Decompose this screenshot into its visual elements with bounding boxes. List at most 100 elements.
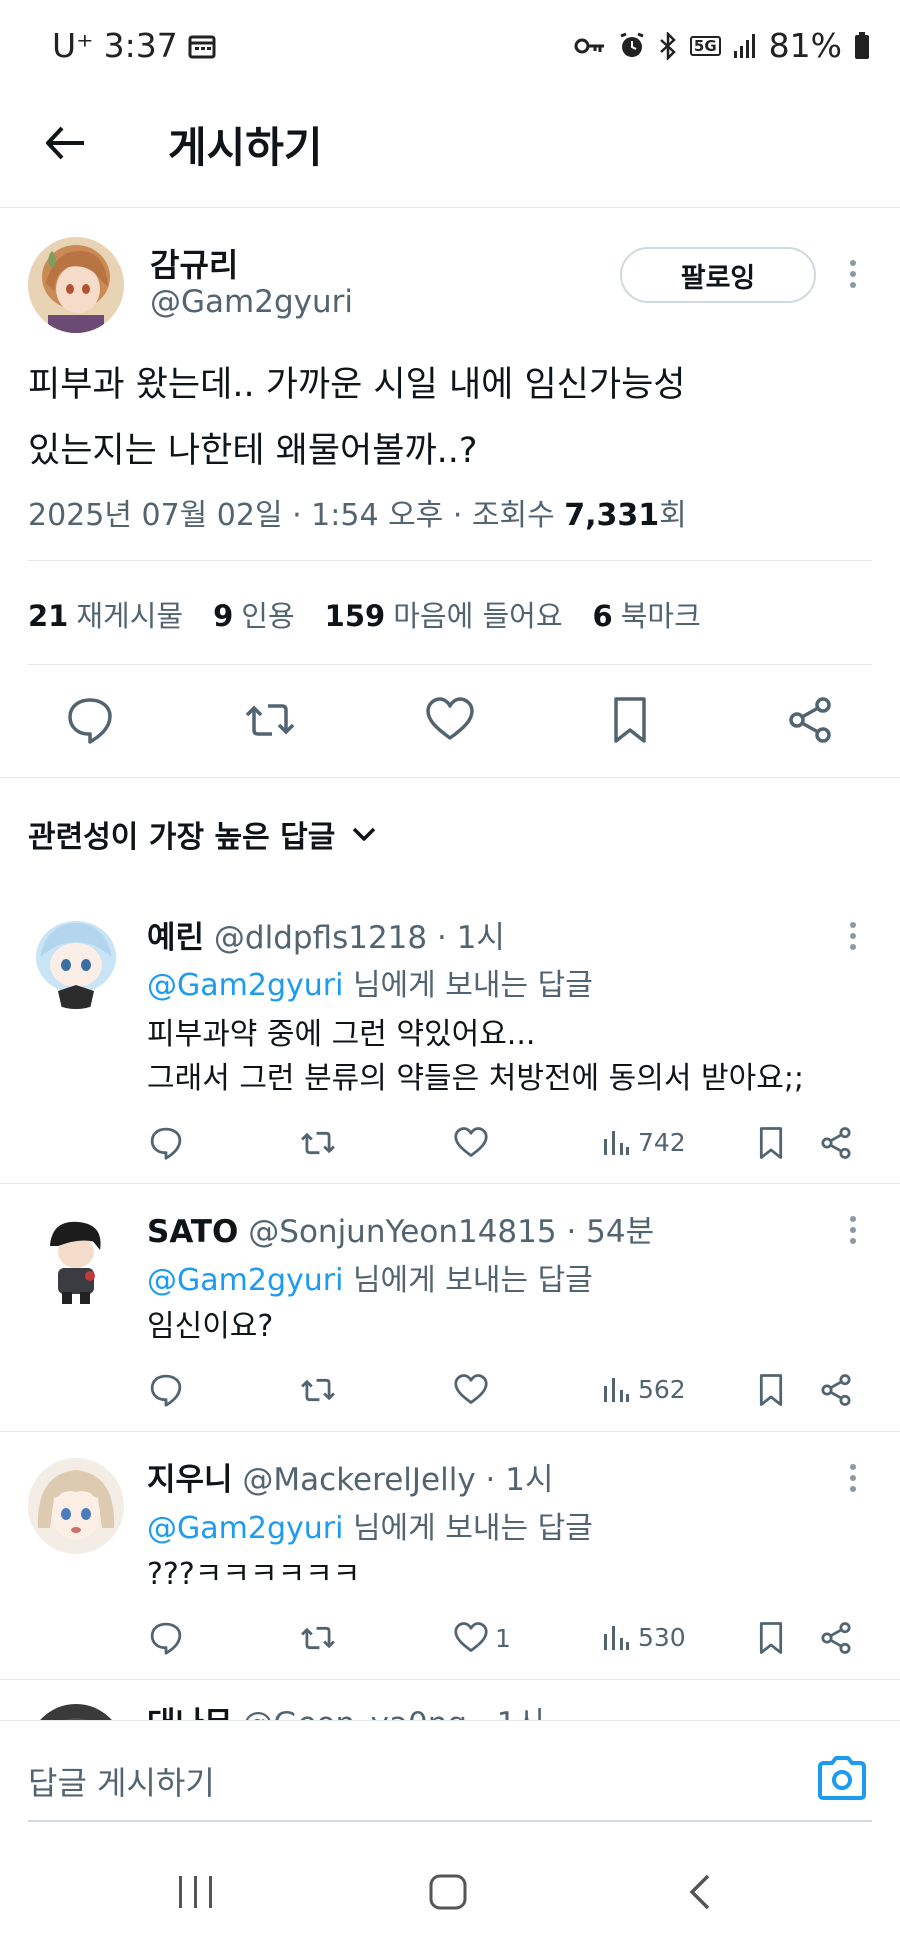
reply-author-handle[interactable]: @Geon_ya0ng <box>242 1706 467 1720</box>
following-button[interactable]: 팔로잉 <box>620 247 816 303</box>
view-suffix: 회 <box>659 498 687 533</box>
repost-icon[interactable] <box>300 1372 336 1408</box>
network-5g-icon: 5G <box>689 35 721 56</box>
reply-author-handle[interactable]: @SonjunYeon14815 <box>248 1214 556 1250</box>
quotes-stat[interactable]: 9 인용 <box>213 593 295 635</box>
views-chart-icon <box>602 1622 630 1652</box>
share-icon[interactable] <box>818 1125 854 1161</box>
reply-icon[interactable] <box>148 1125 184 1161</box>
likes-count: 159 <box>324 599 386 633</box>
more-options-icon[interactable] <box>843 916 863 956</box>
composer-underline <box>28 1820 872 1822</box>
home-icon[interactable] <box>428 1874 468 1910</box>
repost-icon[interactable] <box>300 1125 336 1161</box>
avatar[interactable] <box>28 1210 124 1306</box>
reply-text: 피부과약 중에 그런 약있어요... 그래서 그런 분류의 약들은 처방전에 동… <box>147 1013 804 1101</box>
reply-header: 지우니 @MackerelJelly · 1시 <box>147 1454 553 1499</box>
reply-icon[interactable] <box>148 1372 184 1408</box>
like-heart-icon[interactable] <box>424 694 476 746</box>
post-text-line: 피부과 왔는데.. 가까운 시일 내에 임신가능성 <box>28 365 686 405</box>
reply-author-name[interactable]: SATO <box>147 1214 238 1250</box>
share-icon[interactable] <box>818 1372 854 1408</box>
avatar[interactable] <box>28 1704 124 1720</box>
reply-time: · 1시 <box>436 920 505 956</box>
views-stat[interactable]: 742 <box>602 1127 686 1157</box>
back-arrow-icon[interactable] <box>40 118 90 168</box>
avatar[interactable] <box>28 913 124 1009</box>
like-heart-icon[interactable] <box>453 1372 489 1408</box>
author-name[interactable]: 감규리 <box>150 240 238 286</box>
views-stat[interactable]: 530 <box>602 1622 686 1652</box>
post-date: 2025년 07월 02일 · 1:54 오후 · 조회수 <box>28 498 565 533</box>
battery-percent: 81% <box>768 26 842 65</box>
repost-icon[interactable] <box>300 1620 336 1656</box>
like-stat[interactable]: 1 <box>453 1620 511 1656</box>
reposts-count: 21 <box>28 599 69 633</box>
share-icon[interactable] <box>818 1620 854 1656</box>
reply-author-handle[interactable]: @dldpfls1218 <box>214 920 427 956</box>
stats-divider-bottom <box>28 664 872 665</box>
reply-author-name[interactable]: 대나무 <box>147 1706 233 1720</box>
reply-header: 대나무 @Geon_ya0ng · 1시 <box>147 1698 545 1720</box>
reply-text: ???ㅋㅋㅋㅋㅋㅋ <box>147 1553 360 1597</box>
reply-to-label: @Gam2gyuri 님에게 보내는 답글 <box>147 960 593 1004</box>
reply-icon[interactable] <box>148 1620 184 1656</box>
quotes-label: 인용 <box>241 599 295 633</box>
actions-divider <box>0 777 900 778</box>
camera-icon[interactable] <box>816 1755 868 1801</box>
share-icon[interactable] <box>784 694 836 746</box>
reply-text-line: 피부과약 중에 그런 약있어요... <box>147 1017 536 1052</box>
mention-link[interactable]: @Gam2gyuri <box>147 1263 343 1298</box>
recent-apps-icon[interactable] <box>176 1874 216 1910</box>
page-title: 게시하기 <box>168 123 323 172</box>
avatar[interactable] <box>28 237 124 333</box>
reposts-stat[interactable]: 21 재게시물 <box>28 593 183 635</box>
carrier-label: U⁺ <box>52 26 94 65</box>
key-icon <box>574 35 606 57</box>
more-options-icon[interactable] <box>843 1458 863 1498</box>
bookmark-icon[interactable] <box>753 1125 789 1161</box>
bookmark-icon[interactable] <box>753 1372 789 1408</box>
more-options-icon[interactable] <box>843 1210 863 1250</box>
reply-author-name[interactable]: 예린 <box>147 920 204 956</box>
stats-divider-top <box>28 560 872 561</box>
reply-author-name[interactable]: 지우니 <box>147 1462 233 1498</box>
reply-header: 예린 @dldpfls1218 · 1시 <box>147 912 505 957</box>
more-options-icon[interactable] <box>843 254 863 294</box>
alarm-icon <box>618 32 646 60</box>
likes-stat[interactable]: 159 마음에 들어요 <box>325 593 563 635</box>
reply-to-label: @Gam2gyuri 님에게 보내는 답글 <box>147 1503 593 1547</box>
mention-link[interactable]: @Gam2gyuri <box>147 968 343 1003</box>
bookmark-icon[interactable] <box>604 694 656 746</box>
reply-text-line: ???ㅋㅋㅋㅋㅋㅋ <box>147 1557 361 1592</box>
post-text-line: 있는지는 나한테 왜물어볼까..? <box>28 431 478 471</box>
like-heart-icon[interactable] <box>453 1125 489 1161</box>
back-nav-icon[interactable] <box>686 1874 716 1910</box>
header-divider <box>0 207 900 208</box>
avatar[interactable] <box>28 1458 124 1554</box>
status-bar-right: 5G 81% <box>574 26 870 65</box>
views-count: 562 <box>638 1374 686 1404</box>
reply-header: SATO @SonjunYeon14815 · 54분 <box>147 1206 654 1251</box>
reply-input[interactable]: 답글 게시하기 <box>28 1758 215 1804</box>
system-nav-bar <box>0 1830 900 1950</box>
reply-text: 임신이요? <box>147 1305 273 1349</box>
bookmark-icon[interactable] <box>753 1620 789 1656</box>
reply-text-line: 그래서 그런 분류의 약들은 처방전에 동의서 받아요;; <box>147 1061 805 1096</box>
chevron-down-icon <box>351 826 377 842</box>
views-stat[interactable]: 562 <box>602 1374 686 1404</box>
repost-icon[interactable] <box>244 694 296 746</box>
mention-link[interactable]: @Gam2gyuri <box>147 1511 343 1546</box>
likes-count: 1 <box>495 1623 511 1653</box>
bookmarks-stat[interactable]: 6 북마크 <box>593 593 701 635</box>
reply-author-handle[interactable]: @MackerelJelly <box>242 1462 475 1498</box>
replies-sort-label: 관련성이 가장 높은 답글 <box>28 820 336 855</box>
signal-icon <box>733 33 757 59</box>
like-heart-icon[interactable] <box>453 1620 489 1656</box>
author-handle[interactable]: @Gam2gyuri <box>150 284 353 320</box>
reply-divider <box>0 1183 900 1184</box>
reply-icon[interactable] <box>64 694 116 746</box>
partial-reply[interactable]: 대나무 @Geon_ya0ng · 1시 <box>0 1680 900 1720</box>
reply-to-suffix: 님에게 보내는 답글 <box>343 1263 593 1298</box>
replies-sort-dropdown[interactable]: 관련성이 가장 높은 답글 <box>28 812 377 856</box>
